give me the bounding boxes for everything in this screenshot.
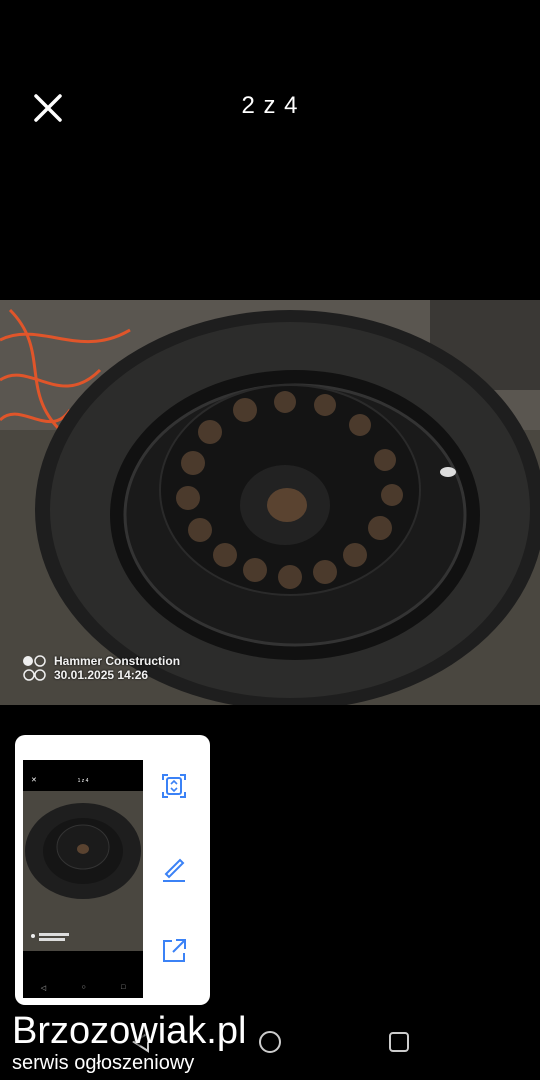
share-icon <box>163 939 186 962</box>
edit-icon <box>163 858 185 882</box>
thumbnail-nav: ◁ ○ □ <box>40 984 126 992</box>
watermark-tagline: serwis ogłoszeniowy <box>12 1052 195 1074</box>
thumbnail-counter: 1 z 4 <box>77 778 89 784</box>
camera-brand-icon <box>22 655 48 667</box>
watermark-brand: Brzozowiak.pl <box>12 1010 247 1052</box>
home-icon <box>259 1031 281 1053</box>
scroll-capture-button[interactable] <box>158 770 190 802</box>
tire-photo-image <box>0 300 540 705</box>
home-button[interactable] <box>258 1030 282 1059</box>
thumbnail-top-bar: ✕ 1 z 4 <box>23 760 143 792</box>
viewer-top-bar: 2 z 4 <box>0 70 540 140</box>
photo-stamp: Hammer Construction 30.01.2025 14:26 <box>22 654 180 682</box>
image-counter: 2 z 4 <box>241 92 299 119</box>
stamp-datetime: 30.01.2025 14:26 <box>54 668 149 682</box>
screenshot-preview-card[interactable]: ✕ 1 z 4 ◁ ○ □ <box>15 735 210 1005</box>
thumbnail-photo <box>23 791 143 951</box>
recents-button[interactable] <box>388 1031 410 1058</box>
scan-icon <box>162 774 186 798</box>
tire-photo[interactable] <box>0 300 540 705</box>
screenshot-thumbnail[interactable]: ✕ 1 z 4 ◁ ○ □ <box>23 760 143 998</box>
infinity-icon <box>22 669 48 681</box>
stamp-title: Hammer Construction <box>54 654 181 668</box>
recents-icon <box>389 1032 409 1052</box>
share-button[interactable] <box>158 935 190 967</box>
edit-button[interactable] <box>158 853 190 885</box>
